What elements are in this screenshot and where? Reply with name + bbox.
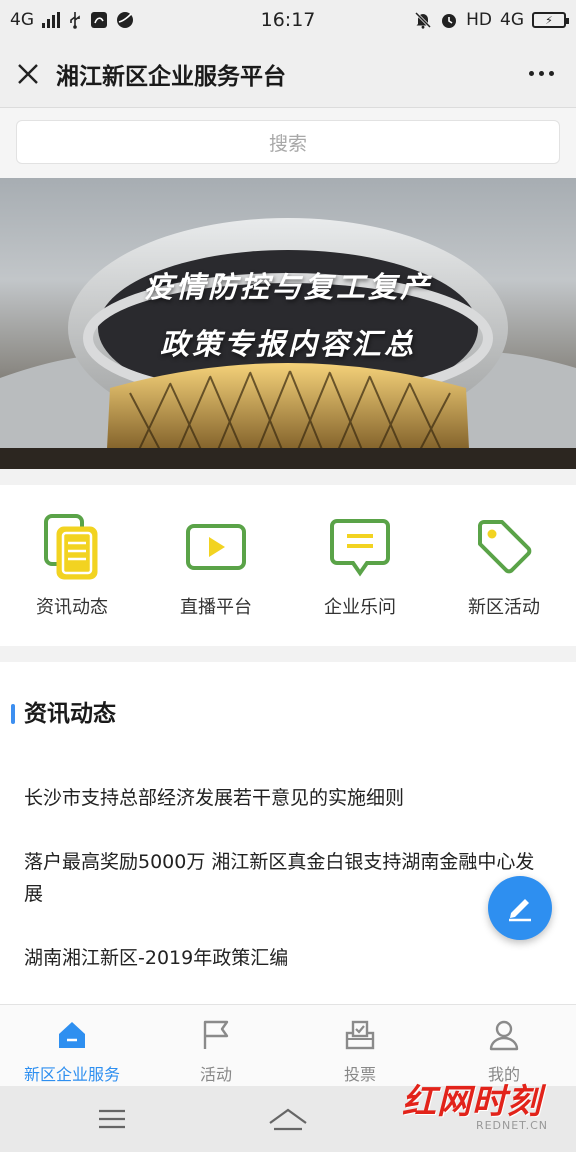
search-input[interactable]: 搜索 xyxy=(16,120,560,164)
more-options-button[interactable] xyxy=(506,40,576,108)
tag-icon xyxy=(471,513,537,583)
news-documents-icon xyxy=(39,513,105,583)
watermark-logo: 红网时刻 xyxy=(402,1082,542,1122)
browser-icon xyxy=(117,12,133,28)
ballot-box-icon xyxy=(342,1017,378,1053)
tab-activities[interactable]: 活动 xyxy=(144,1005,288,1086)
live-play-icon xyxy=(183,513,249,583)
section-title: 资讯动态 xyxy=(24,701,116,727)
quick-label-live: 直播平台 xyxy=(180,597,252,618)
flag-icon xyxy=(198,1017,234,1053)
home-icon xyxy=(54,1017,90,1053)
quick-item-events[interactable]: 新区活动 xyxy=(432,485,576,646)
tab-label: 投票 xyxy=(343,1065,376,1084)
search-bar: 搜索 xyxy=(0,108,576,178)
title-bar: 湘江新区企业服务平台 xyxy=(0,40,576,108)
signal-icon xyxy=(42,12,60,28)
section-accent-bar xyxy=(11,704,15,724)
quick-label-qa: 企业乐问 xyxy=(324,597,396,618)
app-notification-icon xyxy=(91,12,107,28)
news-list-item[interactable]: 湖南湘江新区-2019年政策汇编 xyxy=(24,942,544,974)
more-dot-icon xyxy=(528,71,534,76)
quick-item-news[interactable]: 资讯动态 xyxy=(0,485,144,646)
person-icon xyxy=(486,1017,522,1053)
quick-item-live[interactable]: 直播平台 xyxy=(144,485,288,646)
close-icon xyxy=(18,63,38,84)
tab-home-services[interactable]: 新区企业服务 xyxy=(0,1005,144,1086)
alarm-icon xyxy=(442,14,457,28)
mute-bell-icon xyxy=(415,11,432,29)
status-bar: 4G 16:17 HD 4G ⚡ xyxy=(0,0,576,40)
tab-label: 活动 xyxy=(199,1065,232,1084)
status-left: 4G xyxy=(10,10,210,30)
nav-home-button[interactable] xyxy=(268,1102,308,1136)
rednet-watermark: 红网时刻 REDNET.CN xyxy=(402,1074,562,1136)
quick-item-qa[interactable]: 企业乐问 xyxy=(288,485,432,646)
tab-label: 新区企业服务 xyxy=(23,1065,120,1084)
network-type-right: 4G xyxy=(500,10,524,30)
page-title: 湘江新区企业服务平台 xyxy=(56,63,286,90)
news-list-item[interactable]: 长沙市支持总部经济发展若干意见的实施细则 xyxy=(24,782,544,814)
pencil-icon xyxy=(509,899,531,922)
compose-button[interactable] xyxy=(488,876,552,940)
banner-headline-1: 疫情防控与复工复产 xyxy=(143,270,432,304)
hd-indicator: HD xyxy=(466,10,492,30)
network-type-left: 4G xyxy=(10,10,34,30)
banner-headline-2: 政策专报内容汇总 xyxy=(159,327,416,361)
close-button[interactable] xyxy=(0,40,56,108)
menu-icon xyxy=(99,1109,125,1129)
battery-icon: ⚡ xyxy=(532,12,569,28)
status-right: HD 4G ⚡ xyxy=(414,10,569,30)
banner-carousel[interactable]: 疫情防控与复工复产 政策专报内容汇总 xyxy=(0,178,576,469)
news-list-item[interactable]: 落户最高奖励5000万 湘江新区真金白银支持湖南金融中心发展 xyxy=(24,846,544,910)
nav-menu-button[interactable] xyxy=(92,1102,132,1136)
more-dot-icon xyxy=(548,71,554,76)
quick-label-events: 新区活动 xyxy=(468,597,540,618)
home-outline-icon xyxy=(269,1108,307,1131)
news-section: 资讯动态 长沙市支持总部经济发展若干意见的实施细则 落户最高奖励5000万 湘江… xyxy=(0,662,576,1004)
usb-icon xyxy=(70,12,80,29)
quick-menu: 资讯动态 直播平台 企业乐问 新区活动 xyxy=(0,485,576,646)
chat-bubble-icon xyxy=(327,513,393,583)
quick-label-news: 资讯动态 xyxy=(36,597,108,618)
more-dot-icon xyxy=(538,71,544,76)
